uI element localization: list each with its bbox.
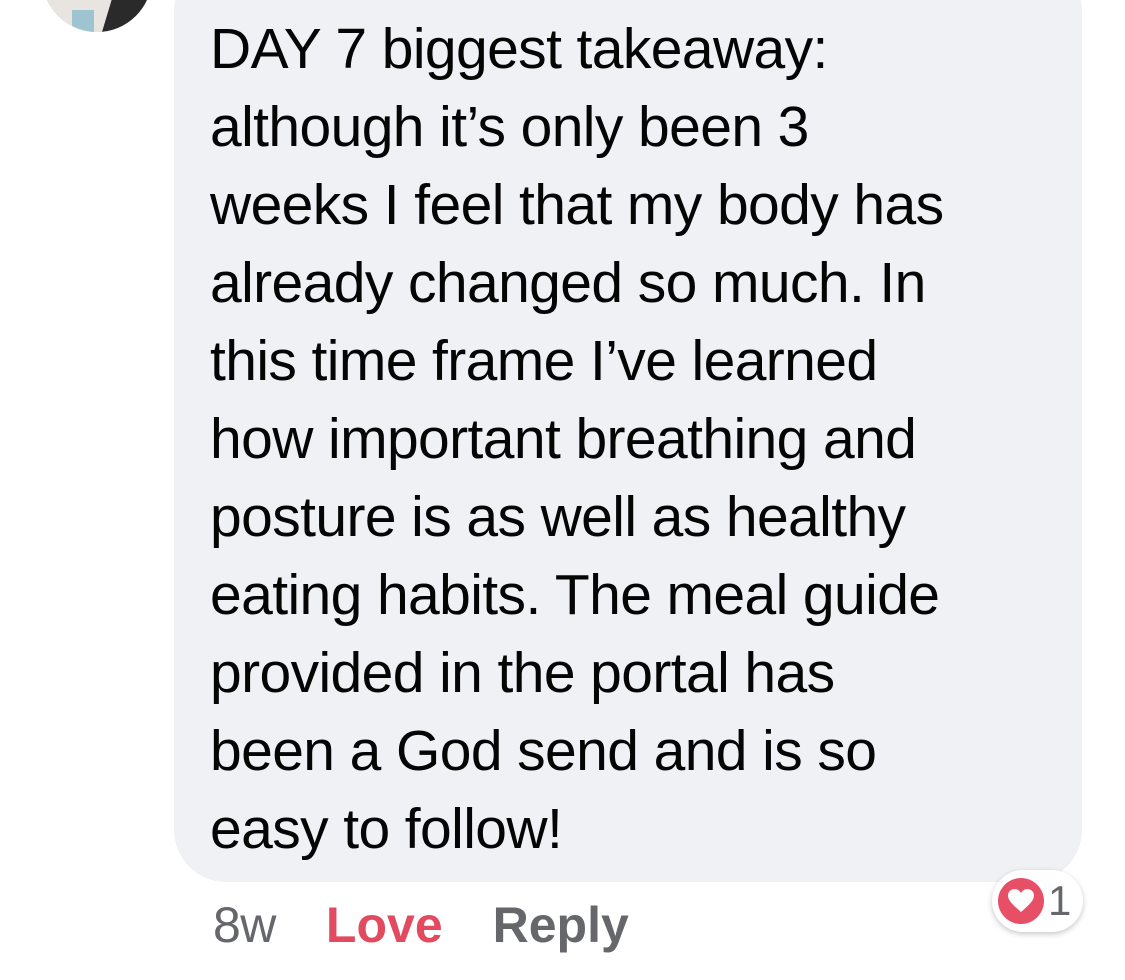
avatar[interactable] xyxy=(42,0,152,32)
heart-icon xyxy=(998,878,1044,924)
love-button[interactable]: Love xyxy=(326,896,443,954)
comment-text: DAY 7 biggest takeaway: although it’s on… xyxy=(210,17,944,861)
avatar-photo xyxy=(42,0,152,32)
reaction-count: 1 xyxy=(1048,877,1072,924)
reaction-summary[interactable]: 1 xyxy=(992,870,1084,932)
comment-actions: 8w Love Reply xyxy=(213,890,629,960)
comment-timestamp[interactable]: 8w xyxy=(213,896,276,954)
reply-button[interactable]: Reply xyxy=(493,896,629,954)
